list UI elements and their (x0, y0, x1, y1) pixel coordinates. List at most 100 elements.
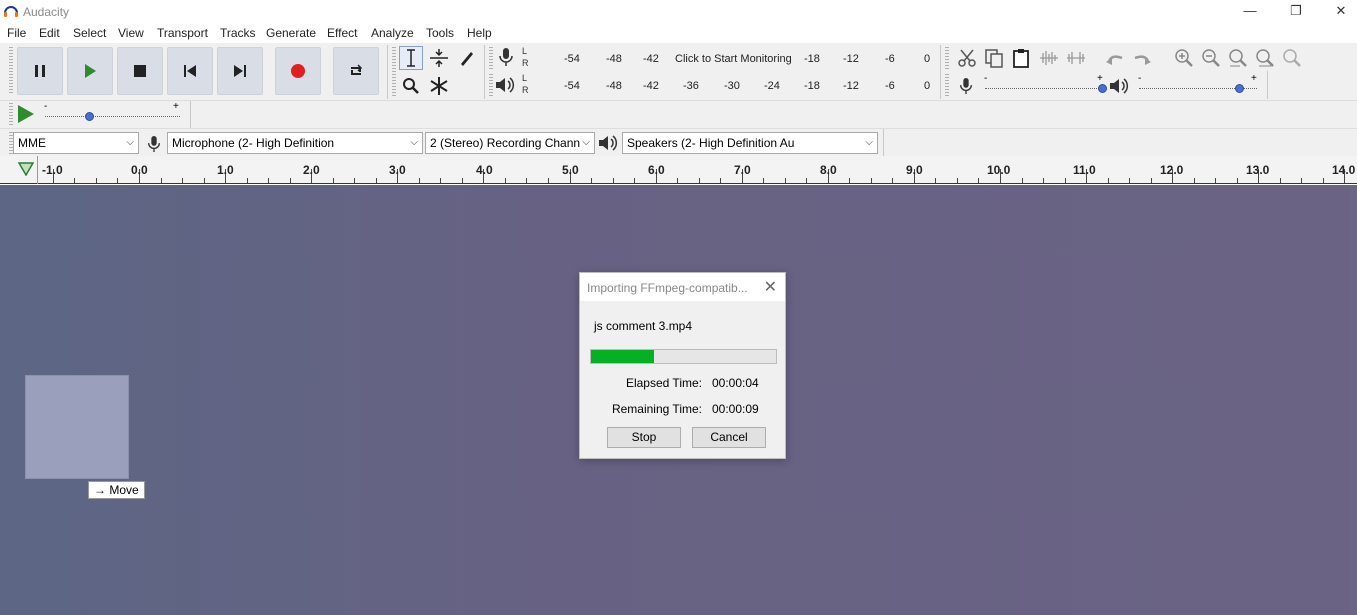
click-to-start-monitoring[interactable]: Click to Start Monitoring (675, 53, 792, 65)
edit-toolbar-grip[interactable] (945, 47, 949, 69)
multi-tool-button[interactable] (427, 74, 451, 98)
menu-transport[interactable]: Transport (157, 26, 208, 40)
ruler-minor-tick (526, 178, 527, 183)
draw-tool-button[interactable] (455, 46, 479, 70)
record-button[interactable] (275, 47, 321, 95)
ruler-minor-tick (1323, 178, 1324, 183)
zoom-toggle-button[interactable] (1280, 46, 1304, 70)
pause-button[interactable] (17, 47, 63, 95)
ruler-label: 9.0 (906, 163, 923, 177)
playback-meter[interactable]: -54 -48 -42 -36 -30 -24 -18 -12 -6 0 (530, 74, 935, 96)
menu-tracks[interactable]: Tracks (220, 26, 256, 40)
meter-right-label: R (522, 58, 529, 68)
redo-button[interactable] (1130, 46, 1154, 70)
toolbar-separator (1267, 71, 1268, 99)
close-button[interactable]: ✕ (1318, 0, 1357, 22)
undo-button[interactable] (1103, 46, 1127, 70)
menu-tools[interactable]: Tools (426, 26, 454, 40)
paste-button[interactable] (1009, 46, 1033, 70)
menu-effect[interactable]: Effect (327, 26, 357, 40)
menu-bar: File Edit Select View Transport Tracks G… (0, 23, 1357, 43)
restore-button[interactable]: ❐ (1273, 0, 1319, 22)
elapsed-time-label: Elapsed Time: (625, 376, 702, 390)
stop-icon (134, 65, 146, 77)
ruler-minor-tick (505, 178, 506, 183)
skip-to-end-button[interactable] (217, 47, 263, 95)
playback-volume-thumb[interactable] (1235, 84, 1244, 93)
record-meter-grip[interactable] (489, 47, 493, 69)
silence-icon (1067, 52, 1085, 64)
ruler-minor-tick (957, 178, 958, 183)
minimize-button[interactable]: — (1227, 0, 1273, 22)
silence-audio-button[interactable] (1064, 46, 1088, 70)
play-meter-grip[interactable] (489, 74, 493, 96)
play-at-speed-grip[interactable] (9, 103, 13, 125)
zoom-tool-button[interactable] (399, 74, 423, 98)
playback-volume-icon (1110, 78, 1129, 94)
ruler-minor-tick (204, 178, 205, 183)
trim-audio-button[interactable] (1037, 46, 1061, 70)
meter-tick: -18 (804, 53, 820, 65)
selection-tool-button[interactable] (399, 46, 423, 70)
transport-toolbar-grip[interactable] (9, 47, 13, 95)
ruler-minor-tick (419, 178, 420, 183)
ruler-minor-tick (849, 178, 850, 183)
ruler-minor-tick (892, 178, 893, 183)
ruler-minor-tick (548, 178, 549, 183)
menu-edit[interactable]: Edit (39, 26, 60, 40)
speaker-icon[interactable] (495, 76, 515, 94)
zoom-out-button[interactable] (1199, 46, 1223, 70)
recording-volume-thumb[interactable] (1098, 84, 1107, 93)
zoom-in-button[interactable] (1172, 46, 1196, 70)
dialog-title-bar[interactable]: Importing FFmpeg-compatib... ✕ (580, 273, 785, 301)
ruler-minor-tick (634, 178, 635, 183)
menu-generate[interactable]: Generate (266, 26, 316, 40)
copy-icon (985, 49, 1003, 68)
audio-host-select[interactable]: MME ⌵ (13, 132, 139, 154)
timeline-options-icon[interactable] (18, 162, 34, 176)
tools-toolbar-grip[interactable] (392, 47, 396, 97)
stop-import-button[interactable]: Stop (607, 427, 681, 448)
play-button[interactable] (67, 47, 113, 95)
playback-speed-thumb[interactable] (85, 112, 94, 121)
meter-tick: -12 (843, 53, 859, 65)
fit-project-button[interactable] (1253, 46, 1277, 70)
ruler-minor-tick (1280, 178, 1281, 183)
loop-button[interactable] (333, 47, 379, 95)
cancel-import-button[interactable]: Cancel (692, 427, 766, 448)
fit-selection-button[interactable] (1226, 46, 1250, 70)
import-progress-bar (590, 349, 777, 364)
dialog-title: Importing FFmpeg-compatib... (587, 281, 748, 295)
playback-device-select[interactable]: Speakers (2- High Definition Au ⌵ (622, 132, 878, 154)
playback-speed-slider[interactable] (45, 116, 180, 117)
stop-button[interactable] (117, 47, 163, 95)
recording-device-select[interactable]: Microphone (2- High Definition ⌵ (167, 132, 423, 154)
close-icon[interactable]: ✕ (764, 277, 777, 297)
loop-icon (351, 64, 363, 75)
menu-select[interactable]: Select (73, 26, 106, 40)
skip-to-start-button[interactable] (167, 47, 213, 95)
recording-volume-slider[interactable] (985, 88, 1103, 89)
ruler-minor-tick (182, 178, 183, 183)
recording-channels-select[interactable]: 2 (Stereo) Recording Chann ⌵ (425, 132, 595, 154)
timeline-ruler[interactable]: -1.0 0.0 1.0 2.0 3.0 4.0 5.0 6.0 7.0 8.0… (0, 156, 1357, 184)
menu-view[interactable]: View (118, 26, 144, 40)
ruler-minor-tick (462, 178, 463, 183)
ruler-minor-tick (376, 178, 377, 183)
menu-file[interactable]: File (7, 26, 26, 40)
playback-device-icon (599, 135, 618, 151)
envelope-tool-button[interactable] (427, 46, 451, 70)
meter-tick: -36 (683, 80, 699, 92)
microphone-icon[interactable] (497, 47, 515, 67)
play-at-speed-icon[interactable] (17, 104, 35, 124)
record-meter[interactable]: -54 -48 -42 Click to Start Monitoring -1… (530, 47, 935, 69)
menu-help[interactable]: Help (467, 26, 492, 40)
progress-fill (591, 350, 654, 363)
cut-button[interactable] (955, 46, 979, 70)
vertical-scrollbar[interactable] (1349, 185, 1357, 615)
meter-left-label: L (522, 73, 528, 83)
menu-analyze[interactable]: Analyze (371, 26, 414, 40)
chevron-down-icon: ⌵ (865, 137, 873, 148)
mixer-toolbar-grip[interactable] (945, 74, 949, 96)
copy-button[interactable] (982, 46, 1006, 70)
